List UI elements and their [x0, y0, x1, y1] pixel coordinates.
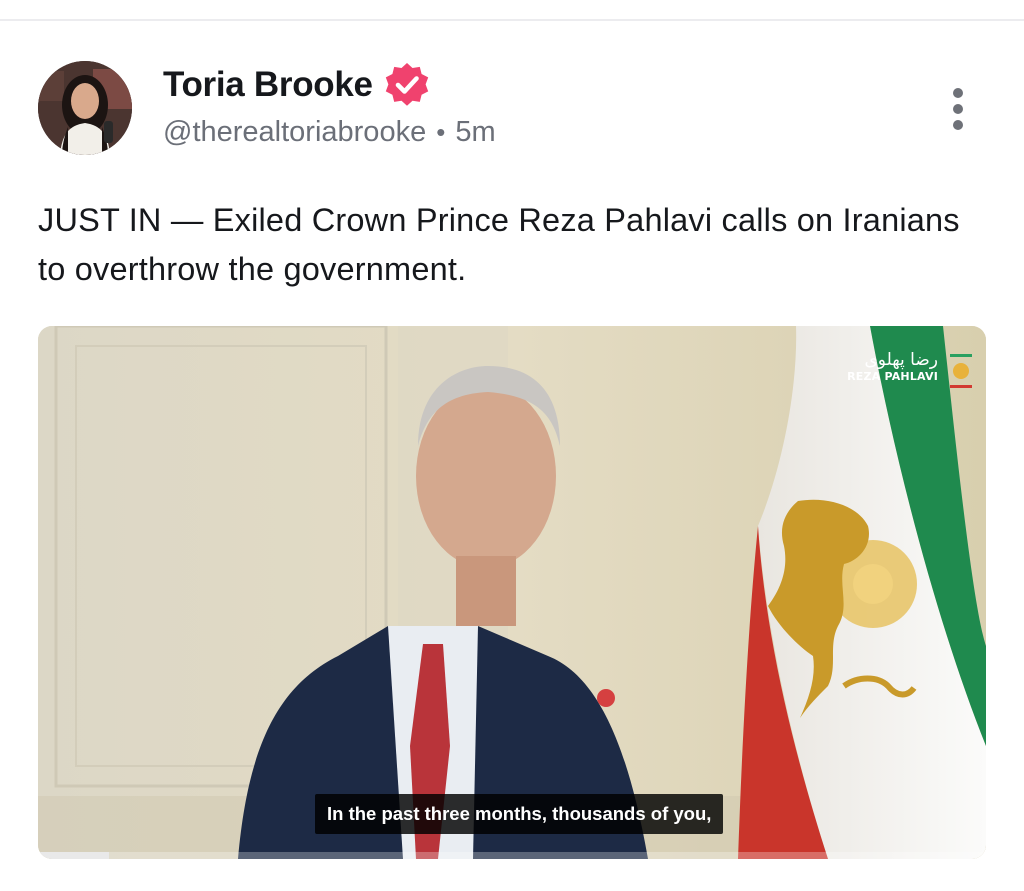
- more-options-button[interactable]: [940, 84, 976, 134]
- watermark-persian: رضا پهلوی: [864, 350, 938, 370]
- lion-sun-emblem-icon: [950, 354, 972, 388]
- video-player[interactable]: رضا پهلوی REZA PAHLAVI In the past three…: [38, 326, 986, 859]
- author-row: Toria Brooke: [163, 62, 431, 108]
- meta-separator: •: [436, 116, 446, 147]
- author-display-name[interactable]: Toria Brooke: [163, 65, 373, 105]
- video-frame: [38, 326, 986, 859]
- author-handle[interactable]: @therealtoriabrooke: [163, 116, 426, 149]
- watermark-english: REZA PAHLAVI: [847, 370, 938, 383]
- author-meta: @therealtoriabrooke • 5m: [163, 113, 496, 151]
- video-progress-track[interactable]: [38, 852, 986, 859]
- more-vertical-icon: [953, 88, 963, 98]
- post-text: JUST IN — Exiled Crown Prince Reza Pahla…: [38, 202, 960, 287]
- post-timestamp[interactable]: 5m: [455, 116, 495, 149]
- top-divider: [0, 19, 1024, 21]
- channel-watermark: رضا پهلوی REZA PAHLAVI: [847, 350, 972, 388]
- video-caption: In the past three months, thousands of y…: [315, 794, 724, 834]
- video-progress-fill: [38, 852, 110, 859]
- verified-badge-icon: [383, 61, 431, 109]
- avatar[interactable]: [38, 61, 132, 155]
